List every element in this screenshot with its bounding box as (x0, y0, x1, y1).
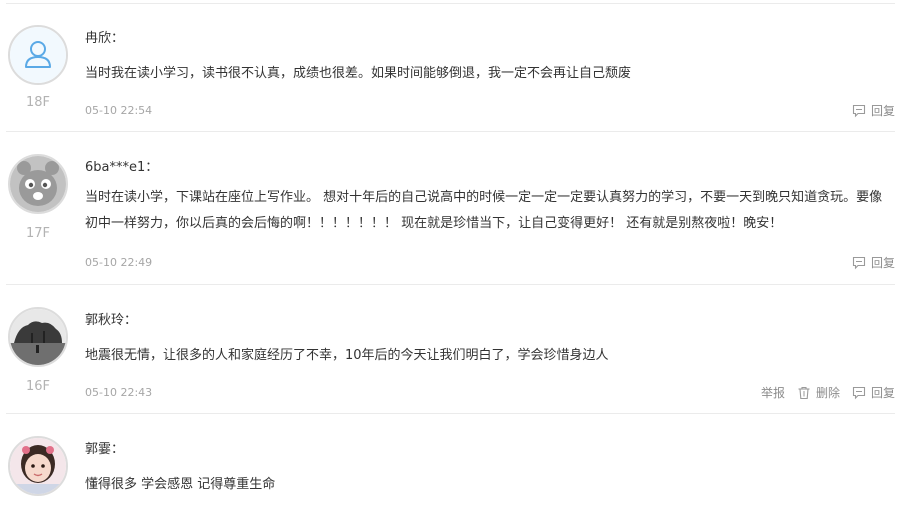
reply-button[interactable]: 回复 (852, 254, 895, 271)
landscape-photo-avatar (10, 309, 66, 365)
reply-label: 回复 (870, 104, 895, 118)
avatar[interactable] (8, 436, 68, 496)
comment-text: 当时在读小学，下课站在座位上写作业。 想对十年后的自己说高中的时候一定一定一定要… (85, 190, 883, 231)
default-user-icon (10, 27, 66, 83)
speech-bubble-icon (852, 104, 866, 117)
avatar[interactable] (8, 25, 68, 85)
timestamp: 05-10 22:54 (85, 104, 153, 117)
speech-bubble-icon (852, 256, 866, 269)
comment-actions: 回复 (852, 102, 895, 119)
comment-item: 16F 郭秋玲： 地震很无情，让很多的人和家庭经历了不幸，10年后的今天让我们明… (6, 285, 895, 414)
delete-button[interactable]: 删除 (797, 384, 840, 401)
floor-number: 17F (25, 226, 51, 241)
comment-text: 懂得很多 学会感恩 记得尊重生命 (85, 477, 276, 492)
comment-item: 郭霎： 懂得很多 学会感恩 记得尊重生命 (6, 414, 895, 507)
reply-label: 回复 (870, 256, 895, 270)
username[interactable]: 冉欣： (85, 27, 124, 46)
comment-item: 18F 冉欣： 当时我在读小学习，读书很不认真，成绩也很差。如果时间能够倒退，我… (6, 3, 895, 132)
delete-label: 删除 (815, 386, 840, 400)
username[interactable]: 郭霎： (85, 438, 124, 457)
reply-button[interactable]: 回复 (852, 384, 895, 401)
avatar[interactable] (8, 154, 68, 214)
timestamp: 05-10 22:49 (85, 256, 153, 269)
floor-number: 18F (25, 95, 51, 110)
comment-item: 17F 6ba***e1： 当时在读小学，下课站在座位上写作业。 想对十年后的自… (6, 132, 895, 285)
report-button[interactable]: 举报 (761, 384, 785, 401)
trash-icon (798, 386, 810, 399)
reply-label: 回复 (870, 386, 895, 400)
comment-actions: 举报 删除 回复 (761, 384, 895, 401)
bear-avatar-icon (10, 156, 66, 212)
child-photo-avatar (10, 438, 66, 494)
floor-number: 16F (25, 379, 51, 394)
comment-text: 地震很无情，让很多的人和家庭经历了不幸，10年后的今天让我们明白了，学会珍惜身边… (85, 348, 609, 363)
reply-button[interactable]: 回复 (852, 102, 895, 119)
timestamp: 05-10 22:43 (85, 386, 153, 399)
avatar[interactable] (8, 307, 68, 367)
username[interactable]: 郭秋玲： (85, 309, 137, 328)
comment-list: 18F 冉欣： 当时我在读小学习，读书很不认真，成绩也很差。如果时间能够倒退，我… (0, 0, 914, 507)
username[interactable]: 6ba***e1： (85, 156, 158, 175)
comment-text: 当时我在读小学习，读书很不认真，成绩也很差。如果时间能够倒退，我一定不会再让自己… (85, 66, 632, 81)
comment-actions: 回复 (852, 254, 895, 271)
speech-bubble-icon (852, 386, 866, 399)
report-label: 举报 (760, 386, 785, 400)
